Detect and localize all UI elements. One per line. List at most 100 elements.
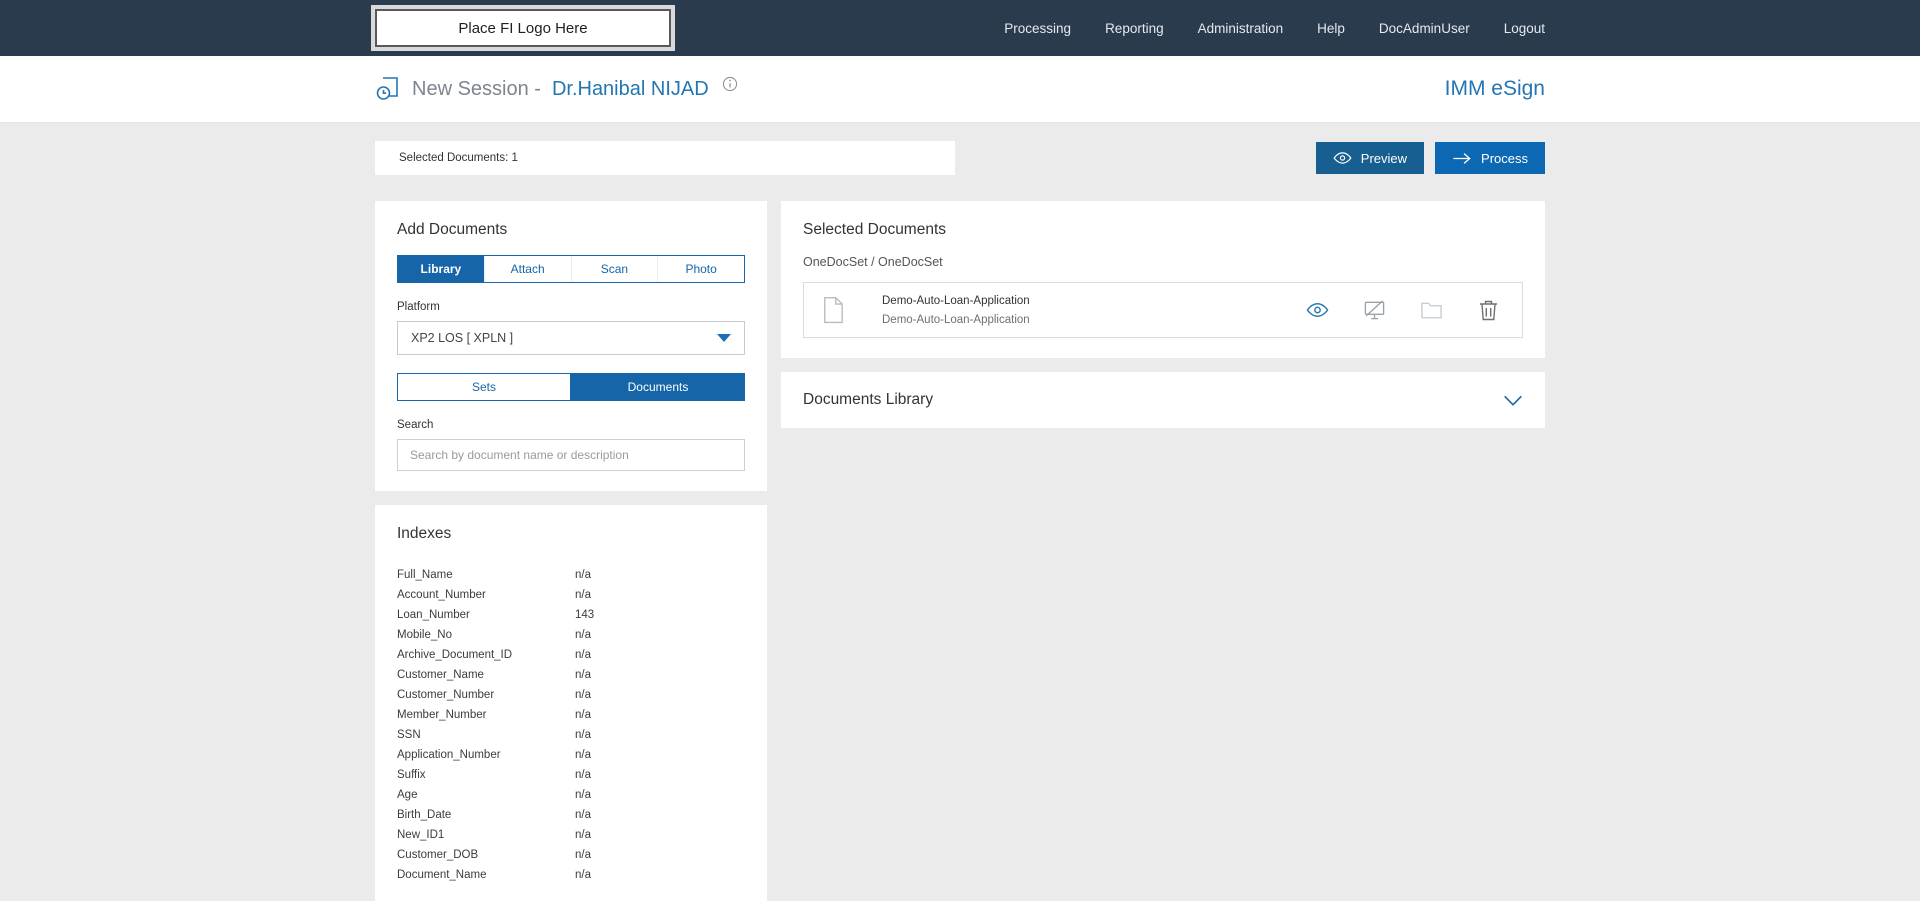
index-row: Mobile_No n/a	[397, 625, 745, 645]
index-row: Suffix n/a	[397, 765, 745, 785]
index-label: Birth_Date	[397, 805, 575, 825]
index-label: Archive_Document_ID	[397, 645, 575, 665]
index-label: Document_Name	[397, 865, 575, 885]
index-value: n/a	[575, 705, 591, 725]
platform-label: Platform	[397, 301, 745, 313]
index-label: SSN	[397, 725, 575, 745]
index-row: Application_Number n/a	[397, 745, 745, 765]
session-history-icon	[375, 76, 401, 102]
indexes-title: Indexes	[397, 525, 745, 543]
index-value: n/a	[575, 645, 591, 665]
documents-library-title: Documents Library	[803, 391, 933, 409]
preview-button-label: Preview	[1361, 151, 1407, 166]
indexes-card: Indexes Full_Name n/a Account_Number n/a	[375, 505, 767, 901]
index-row: Archive_Document_ID n/a	[397, 645, 745, 665]
monitor-slash-icon[interactable]	[1363, 299, 1386, 321]
document-description: Demo-Auto-Loan-Application	[882, 314, 1030, 326]
document-name-block: Demo-Auto-Loan-Application Demo-Auto-Loa…	[882, 295, 1030, 326]
index-label: Customer_DOB	[397, 845, 575, 865]
toolbar-buttons: Preview Process	[1316, 142, 1545, 174]
session-header: New Session - Dr.Hanibal NIJAD IMM eSign	[0, 56, 1920, 123]
index-value: n/a	[575, 765, 591, 785]
right-column: Selected Documents OneDocSet / OneDocSet…	[781, 201, 1545, 428]
index-label: Full_Name	[397, 565, 575, 585]
index-label: Application_Number	[397, 745, 575, 765]
index-label: Customer_Number	[397, 685, 575, 705]
platform-select-value: XP2 LOS [ XPLN ]	[411, 331, 513, 345]
tab-scan[interactable]: Scan	[571, 256, 658, 282]
tab-library[interactable]: Library	[398, 256, 484, 282]
index-label: Member_Number	[397, 705, 575, 725]
tab-photo[interactable]: Photo	[657, 256, 744, 282]
left-column: Add Documents Library Attach Scan Photo …	[375, 201, 767, 901]
index-row: Loan_Number 143	[397, 605, 745, 625]
document-actions	[1306, 299, 1504, 321]
process-button-label: Process	[1481, 151, 1528, 166]
docset-breadcrumb: OneDocSet / OneDocSet	[803, 255, 1523, 269]
index-row: Age n/a	[397, 785, 745, 805]
documents-library-card[interactable]: Documents Library	[781, 372, 1545, 428]
selected-document-row: Demo-Auto-Loan-Application Demo-Auto-Loa…	[803, 282, 1523, 338]
nav-docadminuser[interactable]: DocAdminUser	[1379, 21, 1470, 36]
session-user-link[interactable]: Dr.Hanibal NIJAD	[552, 78, 709, 101]
index-value: n/a	[575, 805, 591, 825]
index-label: Loan_Number	[397, 605, 575, 625]
add-documents-card: Add Documents Library Attach Scan Photo …	[375, 201, 767, 491]
index-value: 143	[575, 605, 594, 625]
index-label: New_ID1	[397, 825, 575, 845]
top-nav: Processing Reporting Administration Help…	[1004, 21, 1545, 36]
index-label: Age	[397, 785, 575, 805]
process-button[interactable]: Process	[1435, 142, 1545, 174]
index-value: n/a	[575, 585, 591, 605]
index-value: n/a	[575, 685, 591, 705]
index-value: n/a	[575, 845, 591, 865]
selected-documents-count-bar: Selected Documents: 1	[375, 141, 955, 175]
index-row: SSN n/a	[397, 725, 745, 745]
toggle-documents[interactable]: Documents	[571, 373, 745, 401]
main-content: Selected Documents: 1 Preview	[0, 123, 1920, 901]
nav-processing[interactable]: Processing	[1004, 21, 1071, 36]
document-name: Demo-Auto-Loan-Application	[882, 295, 1030, 307]
page: Place FI Logo Here Processing Reporting …	[0, 0, 1920, 901]
chevron-down-icon	[717, 334, 731, 342]
document-icon	[822, 296, 844, 324]
add-documents-title: Add Documents	[397, 221, 745, 239]
index-row: Customer_Name n/a	[397, 665, 745, 685]
index-value: n/a	[575, 825, 591, 845]
arrow-right-icon	[1452, 152, 1472, 165]
selected-documents-card: Selected Documents OneDocSet / OneDocSet…	[781, 201, 1545, 358]
selected-documents-title: Selected Documents	[803, 221, 1523, 239]
fi-logo-text: Place FI Logo Here	[458, 20, 587, 37]
index-value: n/a	[575, 865, 591, 885]
topbar: Place FI Logo Here Processing Reporting …	[0, 0, 1920, 56]
info-icon[interactable]	[722, 76, 738, 92]
index-value: n/a	[575, 665, 591, 685]
platform-select[interactable]: XP2 LOS [ XPLN ]	[397, 321, 745, 355]
selected-documents-count: Selected Documents: 1	[399, 152, 518, 164]
document-search-input[interactable]	[397, 439, 745, 471]
toggle-sets[interactable]: Sets	[397, 373, 571, 401]
eye-icon[interactable]	[1306, 299, 1329, 321]
index-row: New_ID1 n/a	[397, 825, 745, 845]
index-value: n/a	[575, 565, 591, 585]
nav-administration[interactable]: Administration	[1198, 21, 1284, 36]
add-documents-tabs: Library Attach Scan Photo	[397, 255, 745, 283]
index-row: Member_Number n/a	[397, 705, 745, 725]
nav-help[interactable]: Help	[1317, 21, 1345, 36]
folder-icon[interactable]	[1420, 299, 1443, 321]
index-value: n/a	[575, 745, 591, 765]
brand-imm-esign: IMM eSign	[1445, 77, 1545, 101]
index-label: Suffix	[397, 765, 575, 785]
index-row: Document_Name n/a	[397, 865, 745, 885]
preview-button[interactable]: Preview	[1316, 142, 1424, 174]
tab-attach[interactable]: Attach	[484, 256, 571, 282]
nav-logout[interactable]: Logout	[1504, 21, 1545, 36]
index-row: Birth_Date n/a	[397, 805, 745, 825]
sets-documents-toggle: Sets Documents	[397, 373, 745, 401]
trash-icon[interactable]	[1477, 299, 1500, 321]
index-row: Account_Number n/a	[397, 585, 745, 605]
chevron-down-icon[interactable]	[1503, 394, 1523, 407]
session-title: New Session -	[412, 78, 541, 101]
index-value: n/a	[575, 725, 591, 745]
nav-reporting[interactable]: Reporting	[1105, 21, 1164, 36]
